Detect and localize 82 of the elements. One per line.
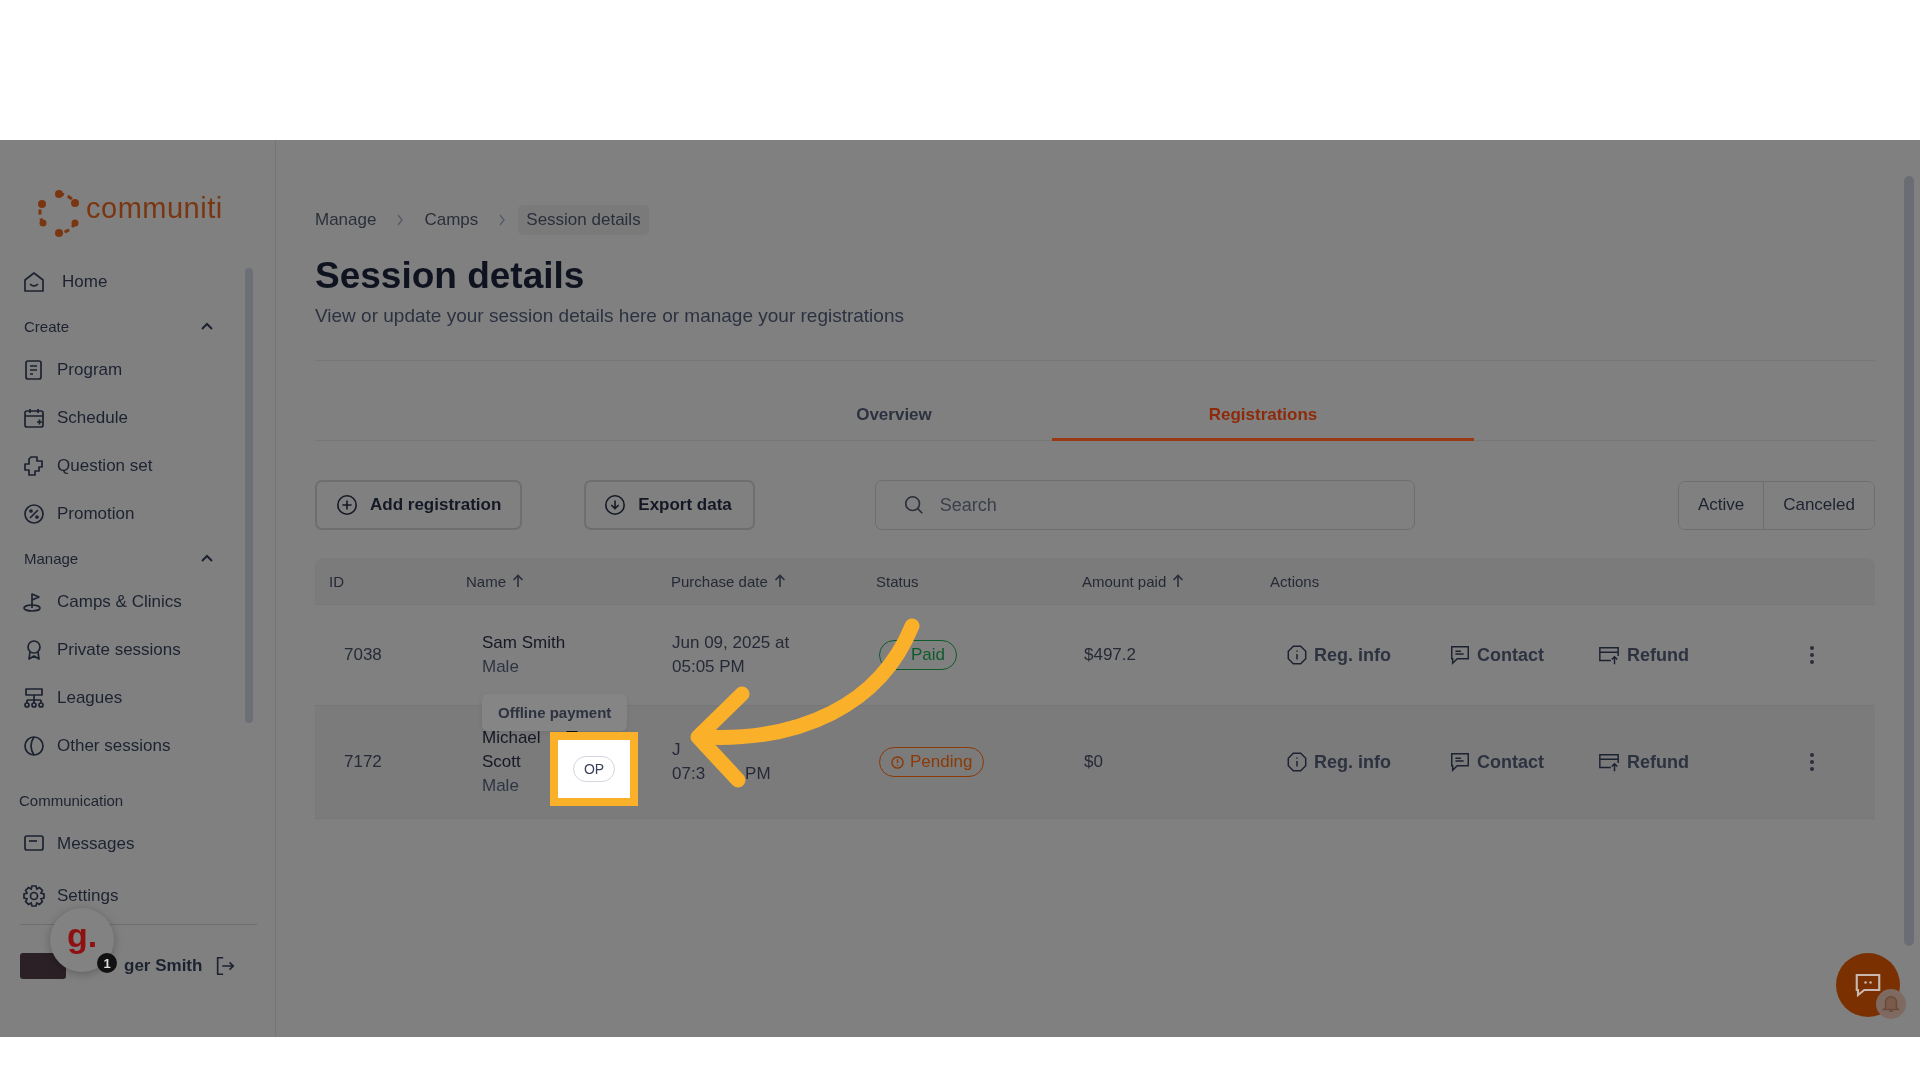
column-header[interactable]: Name [466,572,524,590]
nav-item[interactable]: Program [0,346,210,394]
card-refund-icon [1597,644,1621,666]
tab[interactable]: Registrations [1052,391,1474,441]
more-menu-icon[interactable] [1809,752,1815,772]
search-field[interactable]: Search [874,480,1415,530]
chevron-icon[interactable] [201,554,213,562]
column-header: ID [329,572,344,590]
participant-gender: Male [482,656,520,678]
bell-icon [1880,993,1902,1015]
breadcrumb-link[interactable]: Manage [315,210,377,230]
tab[interactable]: Overview [736,391,1052,441]
row-action-link[interactable]: Reg. info [1286,751,1391,773]
nav-item[interactable]: Leagues [0,674,210,722]
purchase-date: 07:3 [672,763,706,785]
nav-item[interactable]: Schedule [0,394,210,442]
nav-item[interactable]: Promotion [0,490,210,538]
nav-item[interactable]: Private sessions [0,626,210,674]
info-icon [1286,644,1308,666]
search-icon [902,494,925,516]
table-cell: 7038 [344,645,382,664]
chat-icon [1449,751,1471,773]
nav-icon [22,502,46,526]
logo-wordmark: communiti [86,191,223,225]
row-action-link[interactable]: Refund [1597,751,1689,773]
row-action-link[interactable]: Reg. info [1286,644,1391,666]
nav-icon [22,734,46,758]
page-subtitle: View or update your session details here or manage your registrations [315,305,905,327]
gear-icon [22,884,46,908]
table-cell: 7172 [344,752,382,771]
column-header: Actions [1270,572,1320,590]
section-label: Manage [24,549,79,567]
download-icon [604,494,627,516]
purchase-date: 05:05 PM [672,656,745,678]
chevron-icon[interactable] [201,322,213,330]
section-label: Communication [19,791,124,809]
page-title: Session details [315,255,586,297]
notification-badge: 1 [97,953,117,973]
purchase-date: J [672,739,681,762]
column-header: Status [876,572,919,590]
row-action-link[interactable]: Refund [1597,644,1689,666]
nav-icon [22,270,46,294]
chat-icon [1449,644,1471,666]
nav-item[interactable]: Messages [0,820,210,868]
plus-circle-icon [336,494,358,516]
nav-icon [22,406,46,430]
nav-item[interactable]: Question set [0,442,210,490]
user-name: ger Smith [124,956,203,976]
amount-paid: $0 [1084,752,1103,771]
nav-item[interactable]: Home [0,258,210,306]
participant-name: Sam Smith [482,632,567,655]
column-header[interactable]: Purchase date [671,572,786,590]
row-action-link[interactable]: Contact [1449,751,1544,773]
sort-arrow-icon[interactable] [1172,574,1185,588]
card-refund-icon [1597,751,1621,773]
payment-badge[interactable]: OP [572,756,616,783]
sort-arrow-icon[interactable] [773,574,786,588]
purchase-date: PM [745,763,771,785]
breadcrumb-link[interactable]: Camps [424,210,479,230]
logout-icon[interactable] [214,955,237,977]
nav-item[interactable]: Camps & Clinics [0,578,210,626]
breadcrumb-link[interactable]: Session details [518,205,649,235]
chevron-icon [498,214,507,226]
filter-toggle[interactable]: Canceled [1763,481,1874,529]
photo-placeholder [20,953,66,979]
purchase-date: Jun 09, 2025 at [672,632,790,655]
column-header[interactable]: Amount paid [1082,572,1185,590]
amount-paid: $497.2 [1084,645,1136,664]
notification-button[interactable] [1876,989,1906,1019]
nav-icon [22,454,46,478]
nav-item[interactable]: Other sessions [0,722,210,770]
chevron-icon [396,214,405,226]
more-menu-icon[interactable] [1809,645,1815,665]
action-button[interactable]: Export data [584,480,755,530]
sort-arrow-icon[interactable] [512,574,524,588]
info-icon [1286,751,1308,773]
action-button[interactable]: Add registration [315,480,523,530]
row-action-link[interactable]: Contact [1449,644,1544,666]
section-label: Create [24,317,70,335]
alert-icon [891,755,904,769]
nav-icon [22,686,46,710]
participant-gender: Male [482,774,520,797]
